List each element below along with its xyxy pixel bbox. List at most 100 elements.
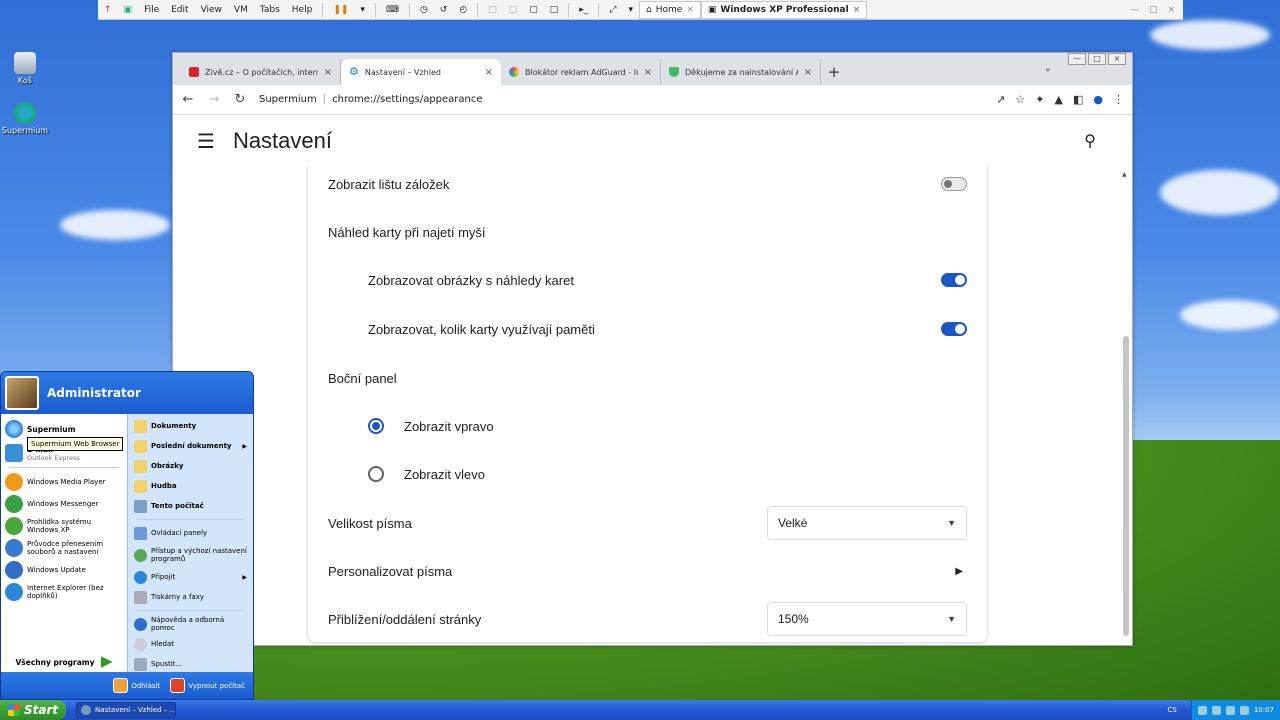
console-icon[interactable]: ▸_: [573, 5, 594, 15]
place-music[interactable]: Hudba: [128, 476, 253, 496]
tab-search-chevron-icon[interactable]: ⌄: [1044, 63, 1052, 74]
unity-icon[interactable]: □: [544, 5, 565, 15]
tab-adguard[interactable]: Blokátor reklam AdGuard - Interne ×: [501, 59, 661, 85]
all-programs-button[interactable]: Všechny programy: [1, 656, 127, 668]
forward-arrow-icon[interactable]: →: [207, 92, 221, 107]
minimize-icon[interactable]: —: [1068, 53, 1086, 65]
place-recent-documents[interactable]: Poslední dokumenty ▶: [128, 436, 253, 456]
vm-toolbar-icon[interactable]: ↑: [98, 5, 118, 15]
library-icon[interactable]: □: [482, 5, 503, 15]
scrollbar-thumb[interactable]: [1123, 336, 1129, 636]
setting-bookmarks-bar[interactable]: Zobrazit lištu záložek: [308, 166, 987, 208]
language-indicator[interactable]: CS: [1167, 706, 1176, 714]
search-icon[interactable]: ⚲: [1084, 131, 1096, 150]
place-search[interactable]: Hledat: [128, 634, 253, 654]
scroll-up-icon[interactable]: ▲: [1122, 171, 1127, 178]
start-item-ie[interactable]: Internet Explorer (bez doplňků): [1, 581, 127, 603]
desktop-icon-supermium[interactable]: Supermium: [0, 102, 50, 135]
vm-menu-help[interactable]: Help: [286, 5, 319, 15]
font-size-select[interactable]: Velké ▼: [767, 506, 967, 540]
close-icon[interactable]: ×: [853, 5, 861, 15]
place-program-access[interactable]: Přístup a výchozí nastavení programů: [128, 543, 253, 567]
scrollbar[interactable]: ▲: [1122, 171, 1130, 646]
radio-side-left[interactable]: Zobrazit vlevo: [308, 450, 987, 498]
place-pictures[interactable]: Obrázky: [128, 456, 253, 476]
close-icon[interactable]: ×: [804, 67, 812, 78]
tab-adguard-thanks[interactable]: Děkujeme za nainstalování AdGuar ×: [661, 59, 821, 85]
stretch-icon[interactable]: ⤢: [603, 5, 622, 15]
new-tab-button[interactable]: +: [821, 59, 847, 85]
maximize-icon[interactable]: □: [1088, 53, 1106, 65]
place-documents[interactable]: Dokumenty: [128, 416, 253, 436]
desktop-icon-recycle-bin[interactable]: Koš: [0, 52, 50, 85]
start-button[interactable]: Start: [0, 700, 66, 720]
chevron-down-icon[interactable]: ▾: [354, 5, 371, 15]
back-arrow-icon[interactable]: ←: [181, 92, 195, 107]
start-item-tour[interactable]: Prohlídka systému Windows XP: [1, 515, 127, 537]
maximize-icon[interactable]: □: [1149, 5, 1158, 15]
profile-avatar-icon[interactable]: ●: [1093, 93, 1103, 106]
vm-tab-home[interactable]: ⌂ Home ×: [639, 0, 701, 19]
setting-tab-memory[interactable]: Zobrazovat, kolik karty využívají paměti: [308, 305, 987, 353]
start-item-windows-update[interactable]: Windows Update: [1, 559, 127, 581]
place-control-panel[interactable]: Ovládací panely: [128, 523, 253, 543]
send-keys-icon[interactable]: ⌨: [380, 5, 405, 15]
vm-menu-view[interactable]: View: [195, 5, 228, 15]
start-item-transfer-wizard[interactable]: Průvodce přenesením souborů a nastavení: [1, 537, 127, 559]
close-icon[interactable]: ×: [1167, 5, 1175, 15]
vm-menu-edit[interactable]: Edit: [165, 5, 194, 15]
taskbar-item-browser[interactable]: Nastavení – Vzhled – ...: [76, 702, 176, 718]
close-icon[interactable]: ×: [324, 67, 332, 78]
vm-home-icon[interactable]: ▣: [118, 5, 139, 15]
close-icon[interactable]: ×: [644, 67, 652, 78]
share-icon[interactable]: ↗: [996, 93, 1005, 106]
extensions-puzzle-icon[interactable]: ✦: [1035, 93, 1044, 106]
radio-button[interactable]: [368, 418, 384, 434]
tab-zive[interactable]: Živě.cz – O počítačích, internetu, v ×: [181, 59, 341, 85]
vm-menu-tabs[interactable]: Tabs: [254, 5, 286, 15]
vm-tab-winxp[interactable]: ▣ Windows XP Professional ×: [700, 0, 868, 19]
zoom-select[interactable]: 150% ▼: [767, 602, 967, 636]
vmware-tools-icon[interactable]: [1239, 705, 1249, 715]
fullscreen-icon[interactable]: ▢: [523, 5, 544, 15]
menu-kebab-icon[interactable]: ⋮: [1113, 93, 1124, 106]
radio-button[interactable]: [368, 466, 384, 482]
setting-tab-images[interactable]: Zobrazovat obrázky s náhledy karet: [308, 256, 987, 304]
pause-icon[interactable]: ❚❚: [327, 5, 354, 15]
address-bar[interactable]: Supermium | chrome://settings/appearance: [259, 94, 984, 105]
revert-snapshot-icon[interactable]: ↺: [434, 5, 454, 15]
bookmark-star-icon[interactable]: ☆: [1015, 93, 1025, 106]
tab-memory-toggle[interactable]: [941, 322, 967, 336]
close-icon[interactable]: ×: [686, 5, 694, 15]
place-help[interactable]: Nápověda a odborná pomoc: [128, 614, 253, 634]
start-item-messenger[interactable]: Windows Messenger: [1, 493, 127, 515]
close-icon[interactable]: ×: [1108, 53, 1126, 65]
radio-side-right[interactable]: Zobrazit vpravo: [308, 402, 987, 450]
minimize-icon[interactable]: —: [1130, 5, 1139, 15]
bookmarks-bar-toggle[interactable]: [941, 177, 967, 191]
labs-flask-icon[interactable]: ▲: [1055, 93, 1063, 106]
place-connect[interactable]: Připojit ▶: [128, 567, 253, 587]
start-item-media-player[interactable]: Windows Media Player: [1, 471, 127, 493]
thumbnail-icon[interactable]: □: [503, 5, 524, 15]
vm-menu-vm[interactable]: VM: [228, 5, 254, 15]
snapshot-manager-icon[interactable]: ◴: [453, 5, 473, 15]
vm-menu-file[interactable]: File: [138, 5, 165, 15]
place-run[interactable]: Spustit...: [128, 654, 253, 674]
place-my-computer[interactable]: Tento počítač: [128, 496, 253, 516]
network-icon[interactable]: [1197, 705, 1207, 715]
volume-icon[interactable]: [1225, 705, 1235, 715]
close-icon[interactable]: ×: [485, 67, 493, 78]
logoff-button[interactable]: Odhlásit: [113, 678, 160, 693]
tab-settings[interactable]: ⚙ Nastavení – Vzhled ×: [341, 59, 501, 85]
clock[interactable]: 10:07: [1254, 706, 1274, 714]
setting-custom-fonts[interactable]: Personalizovat písma ▶: [308, 547, 987, 595]
security-icon[interactable]: [1211, 705, 1221, 715]
side-panel-icon[interactable]: ◧: [1073, 93, 1083, 106]
reload-icon[interactable]: ↻: [233, 92, 247, 107]
place-printers[interactable]: Tiskárny a faxy: [128, 587, 253, 607]
tab-images-toggle[interactable]: [941, 273, 967, 287]
hamburger-menu-icon[interactable]: ☰: [197, 129, 215, 153]
chevron-down-icon[interactable]: ▾: [623, 5, 640, 15]
snapshot-icon[interactable]: ◷: [414, 5, 434, 15]
